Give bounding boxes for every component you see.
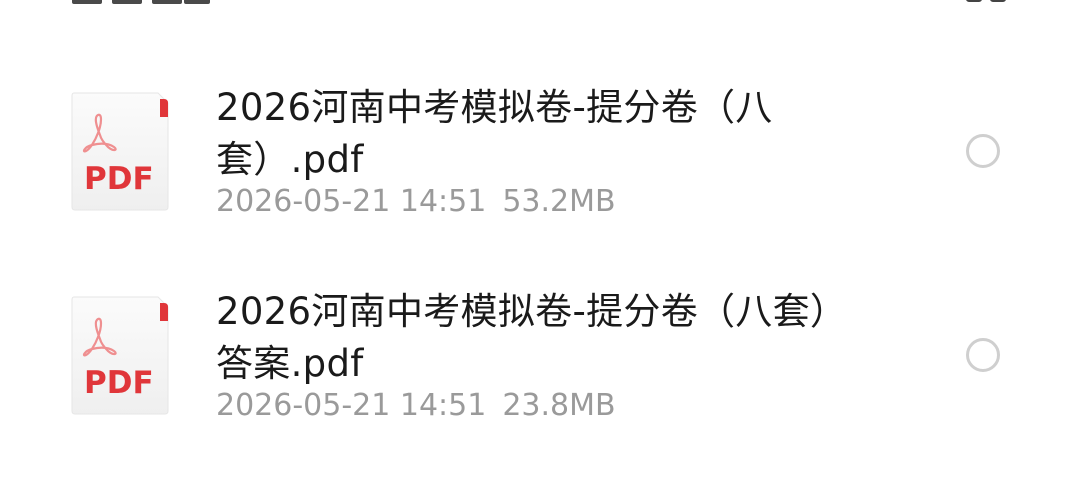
file-size: 23.8MB — [502, 388, 616, 423]
pdf-icon-label: PDF — [84, 365, 154, 401]
select-radio-button[interactable] — [966, 338, 1000, 372]
file-meta: 2026-05-21 14:51 23.8MB — [216, 386, 616, 426]
pdf-icon-label: PDF — [84, 161, 154, 197]
file-list-screen: PDF 2026河南中考模拟卷-提分卷（八套）.pdf 2026-05-21 1… — [0, 0, 1080, 487]
file-date: 2026-05-21 14:51 — [216, 184, 487, 219]
file-meta: 2026-05-21 14:51 53.2MB — [216, 182, 616, 222]
file-name: 2026河南中考模拟卷-提分卷（八套）.pdf — [216, 86, 773, 181]
header-title-cutoff — [72, 0, 212, 4]
pdf-file-icon: PDF — [70, 91, 170, 211]
file-list-item[interactable]: PDF 2026河南中考模拟卷-提分卷（八套）答案.pdf 2026-05-21… — [0, 282, 1080, 462]
grid-view-icon[interactable] — [966, 0, 1016, 8]
pdf-file-icon: PDF — [70, 295, 170, 415]
file-name: 2026河南中考模拟卷-提分卷（八套）答案.pdf — [216, 290, 848, 385]
file-date: 2026-05-21 14:51 — [216, 388, 487, 423]
file-size: 53.2MB — [502, 184, 616, 219]
file-list-item[interactable]: PDF 2026河南中考模拟卷-提分卷（八套）.pdf 2026-05-21 1… — [0, 78, 1080, 258]
select-radio-button[interactable] — [966, 134, 1000, 168]
